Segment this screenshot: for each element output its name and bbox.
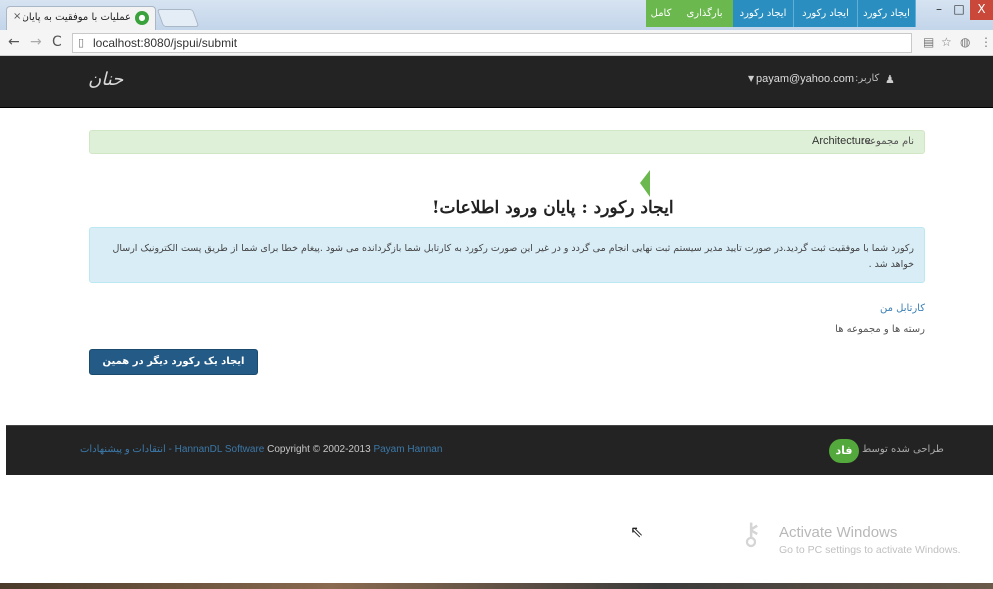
site-logo[interactable]: حنان xyxy=(88,69,123,90)
site-header: حنان ▼ payam@yahoo.com کاربر: ♟ xyxy=(0,56,993,108)
reload-icon[interactable]: C xyxy=(52,34,62,50)
info-message: رکورد شما با موفقیت ثبت گردید.در صورت تا… xyxy=(112,243,914,270)
maximize-button[interactable]: □ xyxy=(950,0,968,20)
collection-label: نام مجموعه: xyxy=(861,136,914,147)
software-link[interactable]: HannanDL Software xyxy=(175,444,265,455)
browser-toolbar: ← → C ▯ localhost:8080/jspui/submit ▤ ☆ … xyxy=(0,30,993,56)
menu-icon[interactable]: ⋮ xyxy=(980,35,992,49)
activate-windows-title: Activate Windows xyxy=(779,524,898,541)
bookmark-star-icon[interactable]: ☆ xyxy=(941,35,952,49)
submit-another-button[interactable]: ایجاد یک رکورد دیگر در همین مجموعه xyxy=(89,349,258,391)
my-workspace-link[interactable]: کارتابل من xyxy=(880,303,925,314)
new-tab-button[interactable] xyxy=(156,9,200,27)
user-icon: ♟ xyxy=(885,73,895,86)
feedback-link[interactable]: انتقادات و پیشنهادات - xyxy=(80,444,172,455)
info-alert: رکورد شما با موفقیت ثبت گردید.در صورت تا… xyxy=(89,227,925,283)
browser-tab[interactable]: × عملیات با موفقیت به پایان ر ● xyxy=(6,6,156,30)
step-arrow-icon xyxy=(640,170,650,197)
favicon-icon: ● xyxy=(135,11,149,25)
user-label: کاربر: xyxy=(855,73,880,84)
taskbar xyxy=(0,583,993,589)
address-bar[interactable]: ▯ localhost:8080/jspui/submit xyxy=(72,33,912,53)
user-email[interactable]: payam@yahoo.com xyxy=(756,73,854,85)
back-arrow-icon[interactable]: ← xyxy=(8,34,20,50)
designed-by-text: طراحی شده توسط xyxy=(862,444,944,455)
url-text[interactable]: localhost:8080/jspui/submit xyxy=(93,36,237,50)
translate-icon[interactable]: ▤ xyxy=(923,35,934,49)
step-upload[interactable]: بارگذاری xyxy=(676,0,733,27)
forward-arrow-icon[interactable]: → xyxy=(30,34,42,50)
tab-title: عملیات با موفقیت به پایان ر xyxy=(23,12,131,23)
page-title: ایجاد رکورد : پایان ورود اطلاعات! xyxy=(432,198,674,218)
site-footer: انتقادات و پیشنهادات - HannanDL Software… xyxy=(6,425,993,475)
window-close-button[interactable]: X xyxy=(970,0,993,20)
mouse-cursor-icon: ⇖ xyxy=(630,522,644,541)
tab-close-icon[interactable]: × xyxy=(13,11,21,22)
chevron-down-icon[interactable]: ▼ xyxy=(748,74,754,83)
author-link[interactable]: Payam Hannan xyxy=(373,444,442,455)
page-icon: ▯ xyxy=(78,36,85,49)
step-describe-2[interactable]: ایجاد رکورد xyxy=(794,0,858,27)
step-describe-1[interactable]: ایجاد رکورد xyxy=(858,0,916,27)
communities-link[interactable]: رسته ها و مجموعه ها xyxy=(835,324,925,335)
step-complete: کامل xyxy=(646,0,676,27)
footer-credits: انتقادات و پیشنهادات - HannanDL Software… xyxy=(80,444,442,455)
globe-icon[interactable]: ◍ xyxy=(960,35,970,49)
activate-windows-subtitle: Go to PC settings to activate Windows. xyxy=(779,544,961,556)
minimize-button[interactable]: – xyxy=(930,0,948,20)
copyright-text: Copyright © 2002-2013 xyxy=(267,444,371,455)
footer-logo[interactable]: فاد xyxy=(829,439,859,463)
key-icon: ⚷ xyxy=(740,517,762,552)
step-describe-3[interactable]: ایجاد رکورد xyxy=(733,0,794,27)
collection-bar: Architecture نام مجموعه: xyxy=(89,130,925,154)
